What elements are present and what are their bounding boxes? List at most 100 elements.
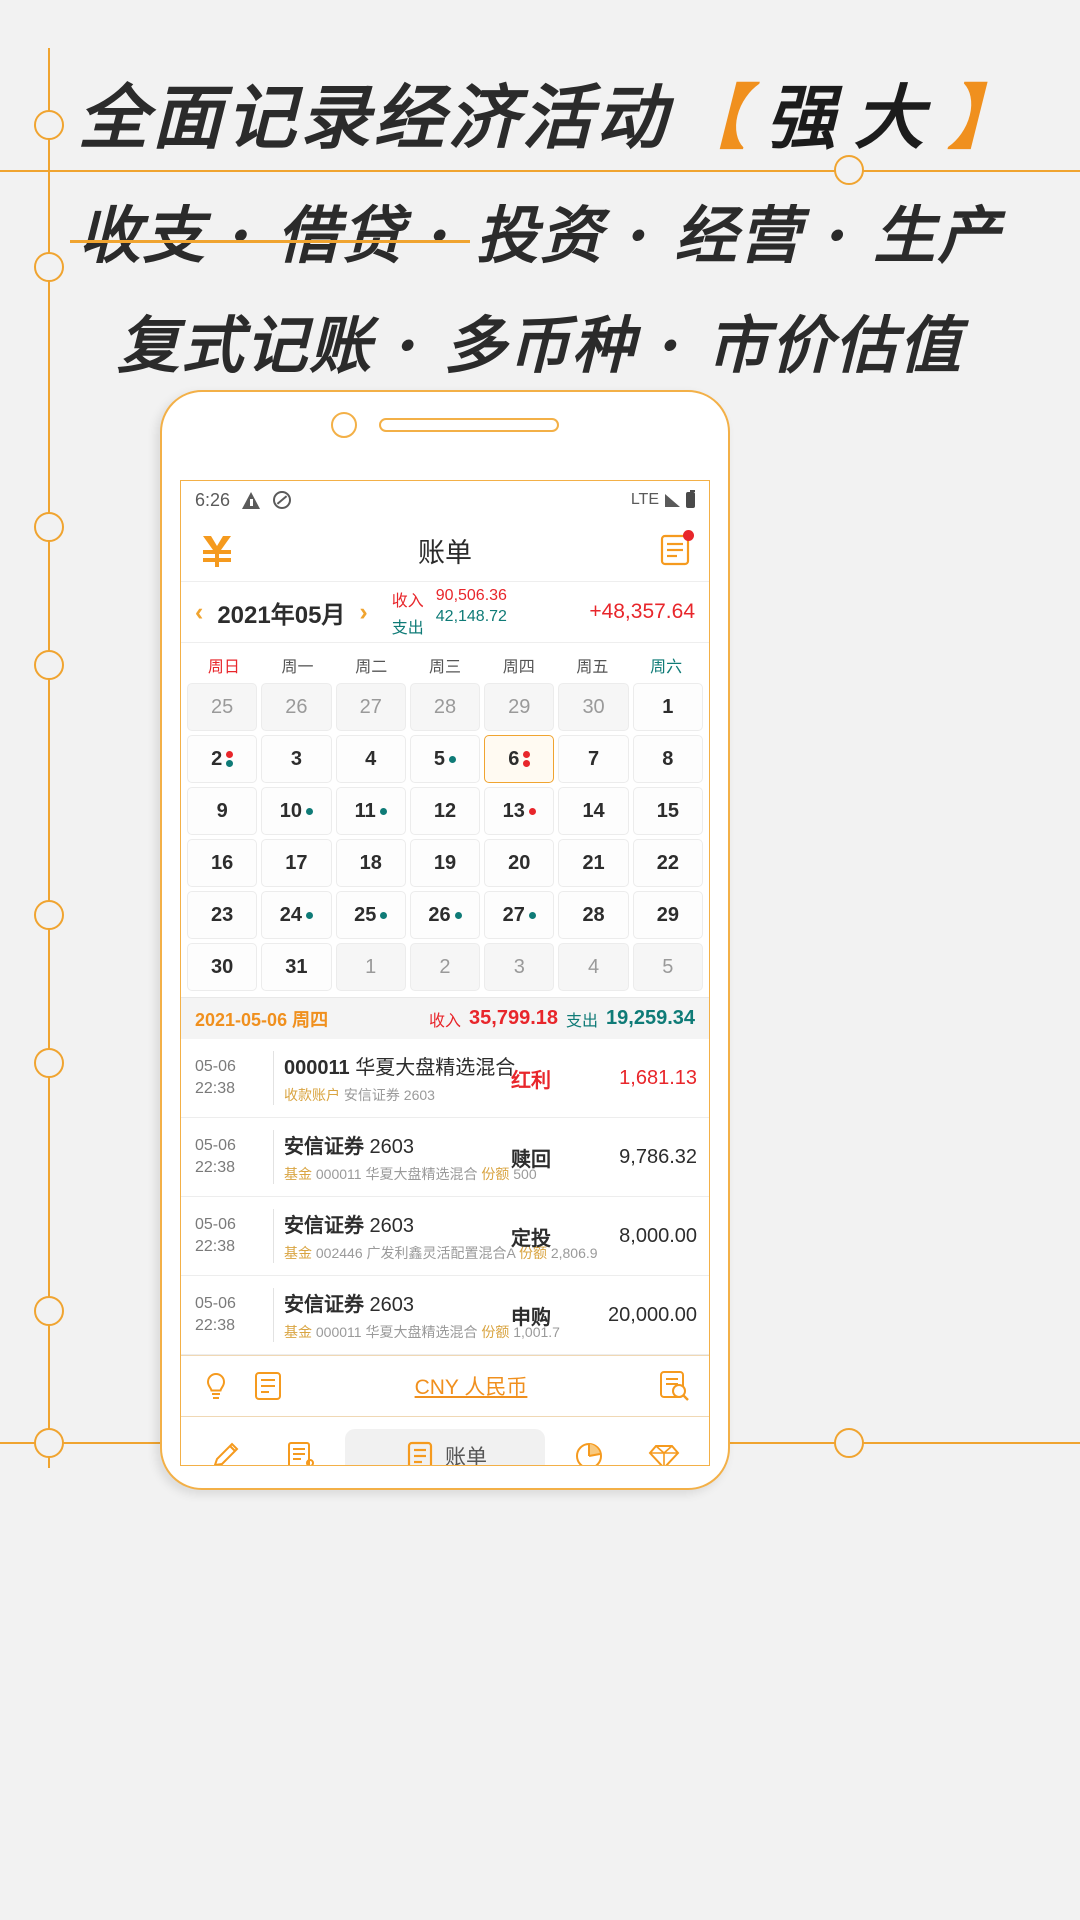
next-month-button[interactable]: ›	[359, 599, 367, 625]
prev-month-button[interactable]: ‹	[195, 599, 203, 625]
calendar-day-cell[interactable]: 23	[187, 891, 258, 939]
tab-bill[interactable]: 账单	[344, 1429, 545, 1465]
calendar-day-number: 1	[365, 955, 377, 978]
transaction-code: 安信证券	[284, 1294, 364, 1316]
transaction-divider	[273, 1288, 274, 1342]
calendar-day-cell[interactable]: 9	[187, 787, 258, 835]
calendar-day-cell[interactable]: 22	[632, 839, 703, 887]
calendar-day-cell[interactable]: 31	[261, 943, 332, 991]
calendar-weekday-6: 周六	[650, 659, 683, 676]
calendar-day-cell[interactable]: 28	[409, 683, 481, 731]
transaction-date: 05-06	[195, 1295, 236, 1313]
calendar-day-cell[interactable]: 26	[409, 891, 481, 939]
calendar-day-markers	[380, 911, 388, 919]
camera-icon	[331, 412, 357, 438]
tab-diamond[interactable]	[633, 1429, 695, 1465]
tab-ledger[interactable]	[270, 1429, 332, 1465]
calendar-day-markers	[523, 751, 531, 767]
note-icon[interactable]	[251, 1369, 285, 1403]
calendar-day-cell[interactable]: 25	[187, 683, 258, 731]
calendar-day-dot-teal	[306, 911, 314, 919]
decor-dot	[34, 650, 64, 680]
calendar-day-cell[interactable]: 8	[632, 735, 703, 783]
decor-dot	[34, 900, 64, 930]
calendar-day-cell[interactable]: 28	[558, 891, 629, 939]
transaction-sub-text: 000011 华夏大盘精选混合	[312, 1166, 482, 1182]
calendar-day-dot-teal	[226, 760, 234, 767]
calendar-day-cell[interactable]: 26	[261, 683, 332, 731]
calendar-day-cell[interactable]: 17	[261, 839, 332, 887]
calendar-day-cell[interactable]: 25	[335, 891, 406, 939]
tab-edit[interactable]	[195, 1429, 257, 1465]
transaction-row[interactable]: 05-06 22:38 安信证券 2603 基金 002446 广发利鑫灵活配置混合A…	[181, 1197, 709, 1276]
calendar-day-cell[interactable]: 29	[484, 683, 555, 731]
calendar-day-cell[interactable]: 20	[484, 839, 555, 887]
calendar-day-cell[interactable]: 27	[335, 683, 406, 731]
calendar-weekday-header: 周日 周一 周二 周三 周四 周五 周六	[181, 643, 709, 683]
transaction-sub-tag-2: 份额	[481, 1324, 510, 1340]
speaker-icon	[379, 418, 559, 432]
calendar-day-cell[interactable]: 21	[558, 839, 629, 887]
transaction-divider	[273, 1130, 274, 1184]
calendar-day-cell[interactable]: 2	[409, 943, 481, 991]
header-action[interactable]	[657, 530, 694, 568]
transaction-sub-text: 安信证券 2603	[340, 1087, 435, 1103]
calendar-day-cell[interactable]: 11	[335, 787, 406, 835]
calendar-day-cell[interactable]: 4	[558, 943, 629, 991]
transaction-subtitle: 基金 002446 广发利鑫灵活配置混合A 份额 2,806.9	[284, 1243, 598, 1263]
transaction-subtitle: 基金 000011 华夏大盘精选混合 份额 1,001.7	[284, 1322, 560, 1342]
tab-chart[interactable]	[558, 1429, 620, 1465]
transaction-row[interactable]: 05-06 22:38 安信证券 2603 基金 000011 华夏大盘精选混合 份额…	[181, 1276, 709, 1355]
day-summary-date: 2021-05-06 周四	[195, 1009, 329, 1030]
calendar-day-number: 12	[433, 799, 457, 822]
transaction-kind: 申购	[511, 1306, 551, 1329]
calendar-day-cell[interactable]: 15	[632, 787, 703, 835]
calendar-day-dot-teal	[380, 911, 388, 919]
calendar-day-cell[interactable]: 14	[558, 787, 629, 835]
app-logo-icon[interactable]	[197, 530, 237, 570]
calendar-day-cell[interactable]: 30	[187, 943, 258, 991]
calendar-day-cell[interactable]: 2	[187, 735, 258, 783]
calendar-day-cell[interactable]: 10	[261, 787, 332, 835]
calendar-day-cell[interactable]: 4	[335, 735, 406, 783]
calendar-day-number: 18	[359, 851, 382, 874]
transaction-sub-tag: 基金	[284, 1166, 312, 1182]
calendar-day-dot-red	[523, 751, 531, 758]
calendar-day-number: 1	[662, 695, 674, 718]
calendar-day-cell[interactable]: 27	[484, 891, 555, 939]
search-document-icon[interactable]	[657, 1369, 691, 1403]
month-navigator: ‹ 2021年05月 ›	[195, 595, 368, 630]
calendar-day-cell[interactable]: 1	[632, 683, 703, 731]
calendar-day-cell[interactable]: 13	[484, 787, 555, 835]
calendar-day-cell[interactable]: 19	[409, 839, 481, 887]
calendar-day-cell[interactable]: 5	[632, 943, 703, 991]
calendar-day-cell[interactable]: 30	[558, 683, 629, 731]
calendar-weekday-3: 周三	[428, 659, 461, 676]
calendar-day-cell[interactable]: 24	[261, 891, 332, 939]
calendar-day-cell[interactable]: 5	[409, 735, 481, 783]
calendar-day-cell[interactable]: 3	[261, 735, 332, 783]
transaction-right: 赎回 9,786.32	[511, 1143, 697, 1172]
calendar-day-number: 26	[428, 903, 451, 926]
calendar-day-cell[interactable]: 29	[632, 891, 703, 939]
calendar-day-cell[interactable]: 18	[335, 839, 406, 887]
phone-top-bezel	[162, 392, 728, 458]
transaction-row[interactable]: 05-06 22:38 安信证券 2603 基金 000011 华夏大盘精选混合 份额…	[181, 1118, 709, 1197]
calendar-day-cell[interactable]: 6	[484, 735, 555, 783]
calendar-day-cell[interactable]: 1	[335, 943, 406, 991]
transaction-date: 05-06	[195, 1058, 236, 1076]
calendar-day-cell[interactable]: 16	[187, 839, 258, 887]
lightbulb-icon[interactable]	[199, 1369, 233, 1403]
transaction-amount: 9,786.32	[619, 1145, 697, 1168]
calendar-day-cell[interactable]: 12	[409, 787, 481, 835]
calendar-day-number: 31	[285, 955, 308, 978]
currency-label[interactable]: CNY 人民币	[285, 1371, 657, 1401]
calendar-day-cell[interactable]: 7	[558, 735, 629, 783]
transaction-row[interactable]: 05-06 22:38 000011 华夏大盘精选混合 收款账户 安信证券 2603 …	[181, 1039, 709, 1118]
calendar-day-markers	[528, 911, 536, 919]
month-net-value: +48,357.64	[589, 600, 695, 623]
month-label[interactable]: 2021年05月	[217, 595, 345, 630]
calendar-day-cell[interactable]: 3	[484, 943, 555, 991]
calendar-weekday-0: 周日	[207, 659, 240, 676]
calendar-grid: 25 26 27 28 29 30 1 2 3 4 5 6 7 8 9 10 11 12 13 14 15 16 17 18 1…	[181, 683, 709, 997]
